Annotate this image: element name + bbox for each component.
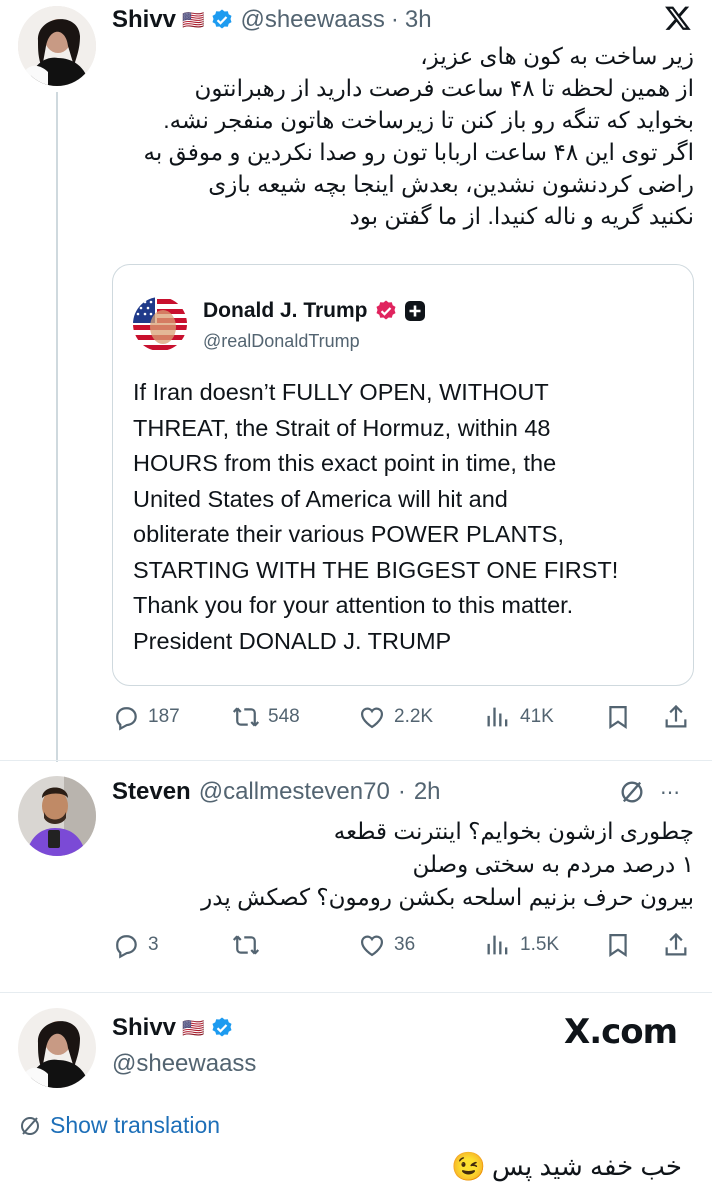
reply-line: ۱ درصد مردم به سختی وصلن [412,851,694,877]
reply-text: چطوری ازشون بخوایم؟ اینترنت قطعه ۱ درصد … [112,815,694,914]
tweet-line: بخواید که تنگه رو باز کنن تا زیرساخت هات… [163,107,694,133]
time-separator: · [397,778,406,805]
repost-count: 548 [268,706,300,727]
reply-count: 187 [148,706,180,727]
views-button[interactable]: 41K [484,700,554,734]
quote-line: President DONALD J. TRUMP [133,627,452,654]
translate-icon [21,1116,39,1135]
xcom-watermark: X.com [564,1012,678,1052]
quote-line: obliterate their various POWER PLANTS, [133,521,564,547]
affiliate-plus-icon [404,301,425,321]
quote-line: Thank you for your attention to this mat… [133,592,574,618]
reply-icon [116,707,137,731]
bookmark-icon [609,705,627,730]
author-handle[interactable]: @sheewaass [240,6,384,34]
author-handle[interactable]: @callmesteven70 [199,778,390,806]
reply-button[interactable]: 187 [112,700,180,734]
share-button[interactable] [662,700,690,734]
divider [0,992,712,993]
verified-badge-icon [212,1017,232,1037]
reply-line: چطوری ازشون بخوایم؟ اینترنت قطعه [333,818,694,844]
tweet-text: زیر ساخت به کون های عزیز، از همین لحظه ت… [112,40,694,232]
quote-text: If Iran doesn’t FULLY OPEN, WITHOUT THRE… [133,375,683,659]
like-count: 2.2K [394,706,434,727]
like-button[interactable]: 36 [358,928,415,962]
quote-author-name: Donald J. Trump [203,299,368,322]
tweet-line: زیر ساخت به کون های عزیز، [420,43,694,69]
repost-button[interactable] [232,928,268,962]
quote-avatar [133,297,187,351]
tweet-line: اگر توی این ۴۸ ساعت اربابا تون رو صدا نک… [143,139,694,165]
reply-icon [116,935,137,959]
time-separator: · [390,6,399,33]
heart-icon [360,935,384,957]
wink-emoji-icon: 😉 [451,1151,486,1182]
thread-line [56,92,58,762]
tweet-line: راضی کردنشون نشدین، بعدش اینجا بچه شیعه … [208,171,694,197]
share-icon [665,932,687,956]
author-name[interactable]: Shivv [112,1014,176,1042]
heart-icon [360,707,384,729]
share-button[interactable] [662,928,690,962]
views-chart-icon [487,707,508,727]
views-button[interactable]: 1.5K [484,928,559,962]
tweet-actions: 187 548 2.2K 41K [112,700,692,734]
avatar[interactable] [18,776,96,856]
reply-count: 3 [148,934,159,955]
divider [0,760,712,761]
views-chart-icon [487,935,508,955]
final-tweet-line: خب خفه شید پس [491,1151,682,1181]
repost-icon [232,707,260,727]
translate-icon[interactable] [618,778,646,811]
more-options-icon[interactable]: ⋯ [660,780,681,805]
x-logo-icon[interactable] [664,4,692,34]
views-count: 1.5K [520,934,560,955]
reply-line: بیرون حرف بزنیم اسلحه بکشن رومون؟ کصکش پ… [201,884,694,910]
avatar[interactable] [18,6,96,86]
show-translation-link[interactable]: Show translation [18,1112,220,1139]
quote-line: STARTING WITH THE BIGGEST ONE FIRST! [133,556,619,583]
author-name[interactable]: Steven [112,778,191,806]
tweet-line: از همین لحظه تا ۴۸ ساعت فرصت دارید از ره… [194,75,694,101]
author-name[interactable]: Shivv [112,6,176,34]
bookmark-button[interactable] [604,928,632,962]
tweet-time[interactable]: 2h [414,778,441,806]
flag-icon: 🇺🇸 [182,1017,205,1038]
verified-badge-icon [376,300,396,320]
quote-author-handle: @realDonaldTrump [203,331,360,351]
share-icon [665,704,687,728]
show-translation-label: Show translation [50,1112,221,1138]
flag-icon: 🇺🇸 [182,9,205,30]
quote-line: United States of America will hit and [133,485,508,512]
tweet-line: نکنید گریه و ناله کنیدا. از ما گفتن بود [349,203,694,229]
like-button[interactable]: 2.2K [358,700,433,734]
quote-line: THREAT, the Strait of Hormuz, within 48 [133,414,551,441]
avatar[interactable] [18,1008,96,1088]
like-count: 36 [394,934,416,955]
tweet-time[interactable]: 3h [405,6,432,34]
repost-icon [232,935,260,955]
bookmark-icon [609,933,627,958]
quote-line: HOURS from this exact point in time, the [133,450,557,476]
repost-button[interactable]: 548 [232,700,300,734]
reply-button[interactable]: 3 [112,928,159,962]
bookmark-button[interactable] [604,700,632,734]
views-count: 41K [520,706,554,727]
reply-actions: 3 36 1.5K [112,928,692,962]
verified-badge-icon [212,9,232,29]
author-handle[interactable]: @sheewaass [112,1050,256,1078]
quote-card[interactable]: Donald J. Trump @realDonaldTrump If Iran… [112,264,694,686]
quote-line: If Iran doesn’t FULLY OPEN, WITHOUT [133,379,549,405]
final-tweet-text: 😉 خب خفه شید پس [451,1150,682,1183]
